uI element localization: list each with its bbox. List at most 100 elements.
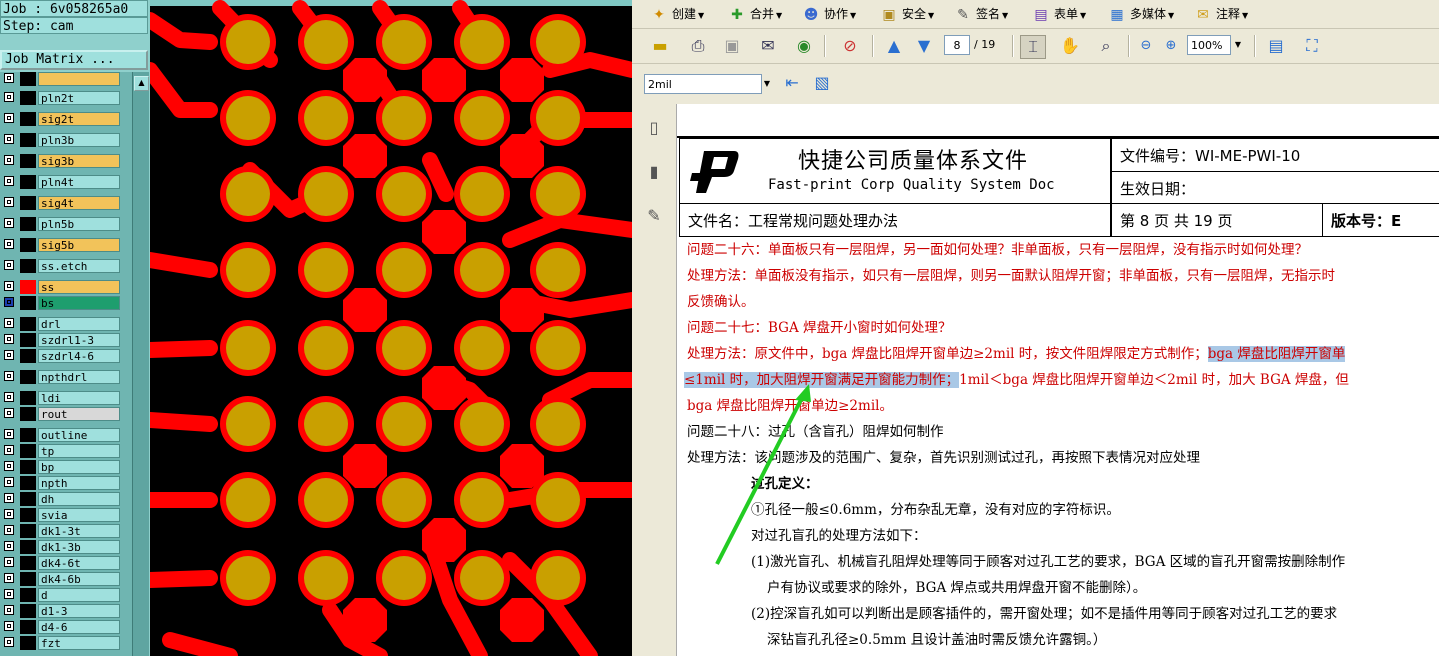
layer-color-swatch[interactable] — [20, 217, 36, 231]
bookmarks-panel-icon[interactable]: ▮ — [642, 160, 666, 184]
layer-name[interactable]: dh — [38, 492, 120, 506]
layer-color-swatch[interactable] — [20, 112, 36, 126]
signatures-panel-icon[interactable]: ✎ — [642, 204, 666, 228]
layer-checkbox[interactable] — [4, 92, 14, 102]
font-size-input[interactable]: 2mil — [644, 74, 762, 94]
layer-row[interactable]: sig2t — [2, 112, 120, 126]
layer-checkbox[interactable] — [4, 371, 14, 381]
layer-color-swatch[interactable] — [20, 407, 36, 421]
layer-name[interactable]: bp — [38, 460, 120, 474]
layer-name[interactable]: szdrl4-6 — [38, 349, 120, 363]
layer-checkbox[interactable] — [4, 477, 14, 487]
layer-row[interactable]: dk1-3t — [2, 524, 120, 538]
layer-name[interactable] — [38, 72, 120, 86]
print-icon[interactable]: ⎙ — [686, 35, 710, 57]
zoom-dropdown-arrow-icon[interactable]: ▼ — [1232, 35, 1244, 55]
pages-panel-icon[interactable]: ▯ — [642, 116, 666, 140]
layer-row[interactable]: npthdrl — [2, 370, 120, 384]
layer-row[interactable]: rout — [2, 407, 120, 421]
layer-name[interactable]: sig2t — [38, 112, 120, 126]
layer-row[interactable]: ss — [2, 280, 120, 294]
layer-name[interactable]: sig4t — [38, 196, 120, 210]
email-icon[interactable]: ✉ — [756, 35, 780, 57]
layer-row[interactable]: dh — [2, 492, 120, 506]
layer-color-swatch[interactable] — [20, 620, 36, 634]
next-page-icon[interactable]: ▼ — [912, 35, 936, 57]
layer-checkbox[interactable] — [4, 509, 14, 519]
layer-color-swatch[interactable] — [20, 259, 36, 273]
layer-checkbox[interactable] — [4, 155, 14, 165]
layer-row[interactable]: npth — [2, 476, 120, 490]
layer-name[interactable]: d4-6 — [38, 620, 120, 634]
layer-checkbox[interactable] — [4, 134, 14, 144]
layer-name[interactable]: dk1-3b — [38, 540, 120, 554]
layer-checkbox[interactable] — [4, 525, 14, 535]
method-27-line2-highlight[interactable]: ≤1mil 时，加大阻焊开窗满足开窗能力制作； — [684, 372, 960, 388]
layer-color-swatch[interactable] — [20, 296, 36, 310]
layer-checkbox[interactable] — [4, 605, 14, 615]
layer-row[interactable]: pln3b — [2, 133, 120, 147]
layer-checkbox[interactable] — [4, 218, 14, 228]
previous-page-icon[interactable]: ▲ — [882, 35, 906, 57]
fit-width-icon[interactable]: ⛶ — [1300, 35, 1324, 57]
layer-row[interactable]: sig5b — [2, 238, 120, 252]
layer-row[interactable]: szdrl4-6 — [2, 349, 120, 363]
hand-tool-icon[interactable]: ✋ — [1058, 35, 1082, 57]
document-properties-icon[interactable]: ▧ — [810, 72, 834, 94]
layer-name[interactable]: svia — [38, 508, 120, 522]
zoom-in-icon[interactable]: ⊕ — [1159, 35, 1183, 57]
layer-checkbox[interactable] — [4, 621, 14, 631]
fit-page-icon[interactable]: ▤ — [1264, 35, 1288, 57]
layer-checkbox[interactable] — [4, 176, 14, 186]
layer-name[interactable]: dk4-6b — [38, 572, 120, 586]
layer-checkbox[interactable] — [4, 297, 14, 307]
layer-name[interactable]: rout — [38, 407, 120, 421]
layer-checkbox[interactable] — [4, 318, 14, 328]
layer-checkbox[interactable] — [4, 197, 14, 207]
layer-color-swatch[interactable] — [20, 556, 36, 570]
layer-row[interactable]: szdrl1-3 — [2, 333, 120, 347]
layer-name[interactable]: fzt — [38, 636, 120, 650]
web-icon[interactable]: ◉ — [792, 35, 816, 57]
layer-color-swatch[interactable] — [20, 238, 36, 252]
layer-color-swatch[interactable] — [20, 133, 36, 147]
layer-color-swatch[interactable] — [20, 444, 36, 458]
layer-color-swatch[interactable] — [20, 91, 36, 105]
layer-checkbox[interactable] — [4, 557, 14, 567]
layer-row[interactable]: sig4t — [2, 196, 120, 210]
layer-row[interactable]: d — [2, 588, 120, 602]
layer-row[interactable]: ss.etch — [2, 259, 120, 273]
layer-row[interactable]: d1-3 — [2, 604, 120, 618]
layer-row[interactable] — [2, 72, 120, 86]
layer-color-swatch[interactable] — [20, 317, 36, 331]
layer-checkbox[interactable] — [4, 573, 14, 583]
layer-color-swatch[interactable] — [20, 508, 36, 522]
select-cursor-icon[interactable]: ⌶ — [1020, 35, 1046, 59]
layer-name[interactable]: d — [38, 588, 120, 602]
layer-color-swatch[interactable] — [20, 333, 36, 347]
layer-name[interactable]: pln4t — [38, 175, 120, 189]
layer-color-swatch[interactable] — [20, 280, 36, 294]
layer-color-swatch[interactable] — [20, 391, 36, 405]
layer-checkbox[interactable] — [4, 637, 14, 647]
layer-name[interactable]: outline — [38, 428, 120, 442]
method-27-line1-highlight[interactable]: bga 焊盘比阻焊开窗单 — [1207, 346, 1346, 362]
pdf-document-page[interactable]: 快捷公司质量体系文件 Fast-print Corp Quality Syste… — [677, 104, 1439, 656]
layer-row[interactable]: d4-6 — [2, 620, 120, 634]
zoom-out-icon[interactable]: ⊖ — [1134, 35, 1158, 57]
open-folder-icon[interactable]: ▬ — [648, 35, 672, 57]
pcb-graphic-view[interactable] — [150, 0, 632, 656]
layer-color-swatch[interactable] — [20, 636, 36, 650]
layer-name[interactable]: dk4-6t — [38, 556, 120, 570]
layer-color-swatch[interactable] — [20, 370, 36, 384]
layer-name[interactable]: drl — [38, 317, 120, 331]
layer-name[interactable]: npth — [38, 476, 120, 490]
scroll-up-arrow-icon[interactable]: ▲ — [134, 76, 149, 91]
layer-name[interactable]: d1-3 — [38, 604, 120, 618]
layer-row[interactable]: pln2t — [2, 91, 120, 105]
layer-name[interactable]: ss.etch — [38, 259, 120, 273]
layer-color-swatch[interactable] — [20, 492, 36, 506]
layer-checkbox[interactable] — [4, 461, 14, 471]
layer-row[interactable]: svia — [2, 508, 120, 522]
layer-color-swatch[interactable] — [20, 588, 36, 602]
